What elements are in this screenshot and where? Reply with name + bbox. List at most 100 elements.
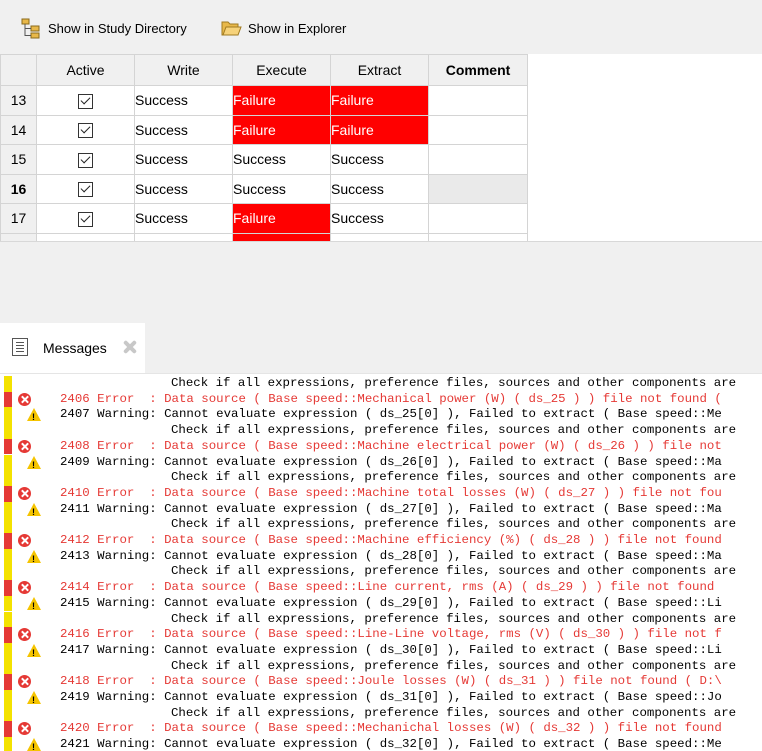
extract-cell[interactable]: Success (330, 173, 429, 204)
error-message[interactable]: 2412 Error : Data source ( Base speed::M… (0, 533, 762, 549)
active-cell[interactable] (36, 144, 135, 175)
comment-cell[interactable] (428, 173, 528, 204)
comment-cell[interactable] (428, 203, 528, 234)
active-cell[interactable] (36, 203, 135, 234)
warning-message[interactable]: 2415 Warning: Cannot evaluate expression… (0, 595, 762, 614)
error-icon (18, 628, 31, 642)
message-continuation[interactable]: Check if all expressions, preference fil… (0, 470, 762, 486)
active-cell[interactable] (36, 85, 135, 116)
error-message[interactable]: 2410 Error : Data source ( Base speed::M… (0, 485, 762, 502)
execute-cell[interactable]: Failure (232, 85, 331, 116)
message-continuation[interactable]: Check if all expressions, preference fil… (0, 705, 762, 722)
partial-cell (134, 232, 233, 241)
message-text: Check if all expressions, preference fil… (171, 611, 737, 626)
row-number[interactable]: 17 (0, 203, 37, 234)
error-message[interactable]: 2420 Error : Data source ( Base speed::M… (0, 721, 762, 738)
execute-cell[interactable]: Failure (232, 114, 331, 145)
error-icon (18, 581, 31, 595)
message-continuation[interactable]: Check if all expressions, preference fil… (0, 658, 762, 675)
message-text: 2418 Error : Data source ( Base speed::J… (60, 674, 722, 689)
extract-cell[interactable]: Failure (330, 114, 429, 145)
row-header-corner[interactable] (0, 54, 37, 86)
table-row[interactable]: 13 Success Failure Failure (0, 85, 528, 116)
error-message[interactable]: 2408 Error : Data source ( Base speed::M… (0, 438, 762, 455)
column-header-active[interactable]: Active (36, 54, 135, 86)
row-number[interactable]: 13 (0, 85, 37, 116)
severity-marker (4, 533, 12, 549)
write-cell[interactable]: Success (134, 144, 233, 175)
active-checkbox[interactable] (78, 93, 93, 109)
message-text: 2421 Warning: Cannot evaluate expression… (60, 737, 722, 751)
warning-message[interactable]: 2407 Warning: Cannot evaluate expression… (0, 407, 762, 426)
severity-marker (4, 548, 12, 565)
severity-marker (4, 690, 12, 706)
warning-message[interactable]: 2421 Warning: Cannot evaluate expression… (0, 737, 762, 751)
message-text: Check if all expressions, preference fil… (171, 517, 737, 532)
close-icon[interactable] (122, 339, 138, 355)
column-header-extract[interactable]: Extract (330, 54, 429, 86)
show-in-study-directory-button[interactable]: Show in Study Directory (20, 14, 187, 42)
table-row[interactable]: 15 Success Success Success (0, 144, 528, 175)
message-continuation[interactable]: Check if all expressions, preference fil… (0, 517, 762, 533)
extract-cell[interactable]: Success (330, 203, 429, 234)
column-header-write[interactable]: Write (134, 54, 233, 86)
results-grid: Active Write Execute Extract Comment 13 S… (0, 54, 762, 241)
execute-cell[interactable]: Success (232, 173, 331, 204)
write-cell[interactable]: Success (134, 203, 233, 234)
message-continuation[interactable]: Check if all expressions, preference fil… (0, 376, 762, 392)
row-number[interactable]: 16 (0, 173, 37, 204)
message-text: 2411 Warning: Cannot evaluate expression… (60, 501, 722, 516)
message-continuation[interactable]: Check if all expressions, preference fil… (0, 611, 762, 628)
comment-cell[interactable] (428, 85, 528, 116)
table-row[interactable]: 16 Success Success Success (0, 173, 528, 204)
message-continuation[interactable]: Check if all expressions, preference fil… (0, 423, 762, 439)
comment-cell[interactable] (428, 114, 528, 145)
extract-cell[interactable]: Failure (330, 85, 429, 116)
execute-cell[interactable]: Success (232, 144, 331, 175)
warning-icon (27, 738, 41, 751)
row-number[interactable]: 15 (0, 144, 37, 175)
message-text: Check if all expressions, preference fil… (171, 705, 737, 720)
warning-message[interactable]: 2417 Warning: Cannot evaluate expression… (0, 642, 762, 662)
show-in-explorer-button[interactable]: Show in Explorer (220, 14, 346, 42)
message-continuation[interactable]: Check if all expressions, preference fil… (0, 564, 762, 581)
write-cell[interactable]: Success (134, 114, 233, 145)
error-icon (18, 534, 31, 547)
active-checkbox[interactable] (78, 182, 93, 198)
extract-cell[interactable]: Success (330, 144, 429, 175)
write-cell[interactable]: Success (134, 173, 233, 204)
severity-marker (4, 454, 12, 471)
active-checkbox[interactable] (78, 152, 93, 168)
error-message[interactable]: 2418 Error : Data source ( Base speed::J… (0, 674, 762, 690)
severity-marker (4, 470, 12, 486)
severity-marker (4, 627, 12, 643)
table-row[interactable]: 14 Success Failure Failure (0, 114, 528, 145)
severity-marker (4, 595, 12, 612)
partial-cell (232, 232, 331, 241)
message-text: 2413 Warning: Cannot evaluate expression… (60, 548, 722, 563)
messages-tab[interactable]: Messages (0, 323, 145, 373)
table-row[interactable]: 17 Success Failure Success (0, 203, 528, 234)
active-cell[interactable] (36, 114, 135, 145)
error-message[interactable]: 2416 Error : Data source ( Base speed::L… (0, 627, 762, 643)
error-message[interactable]: 2406 Error : Data source ( Base speed::M… (0, 391, 762, 408)
message-text: 2406 Error : Data source ( Base speed::M… (60, 391, 722, 406)
messages-log[interactable]: Check if all expressions, preference fil… (0, 373, 762, 751)
active-checkbox[interactable] (78, 211, 93, 227)
column-header-comment[interactable]: Comment (428, 54, 528, 86)
warning-message[interactable]: 2409 Warning: Cannot evaluate expression… (0, 454, 762, 473)
comment-cell[interactable] (428, 144, 528, 175)
warning-message[interactable]: 2419 Warning: Cannot evaluate expression… (0, 690, 762, 709)
error-message[interactable]: 2414 Error : Data source ( Base speed::L… (0, 580, 762, 596)
active-cell[interactable] (36, 173, 135, 204)
row-number[interactable]: 14 (0, 114, 37, 145)
column-header-execute[interactable]: Execute (232, 54, 331, 86)
write-cell[interactable]: Success (134, 85, 233, 116)
warning-message[interactable]: 2411 Warning: Cannot evaluate expression… (0, 501, 762, 520)
error-icon (18, 486, 31, 500)
execute-cell[interactable]: Failure (232, 203, 331, 234)
active-checkbox[interactable] (78, 123, 93, 139)
warning-message[interactable]: 2413 Warning: Cannot evaluate expression… (0, 548, 762, 567)
message-text: Check if all expressions, preference fil… (171, 658, 737, 673)
warning-icon (27, 455, 41, 473)
